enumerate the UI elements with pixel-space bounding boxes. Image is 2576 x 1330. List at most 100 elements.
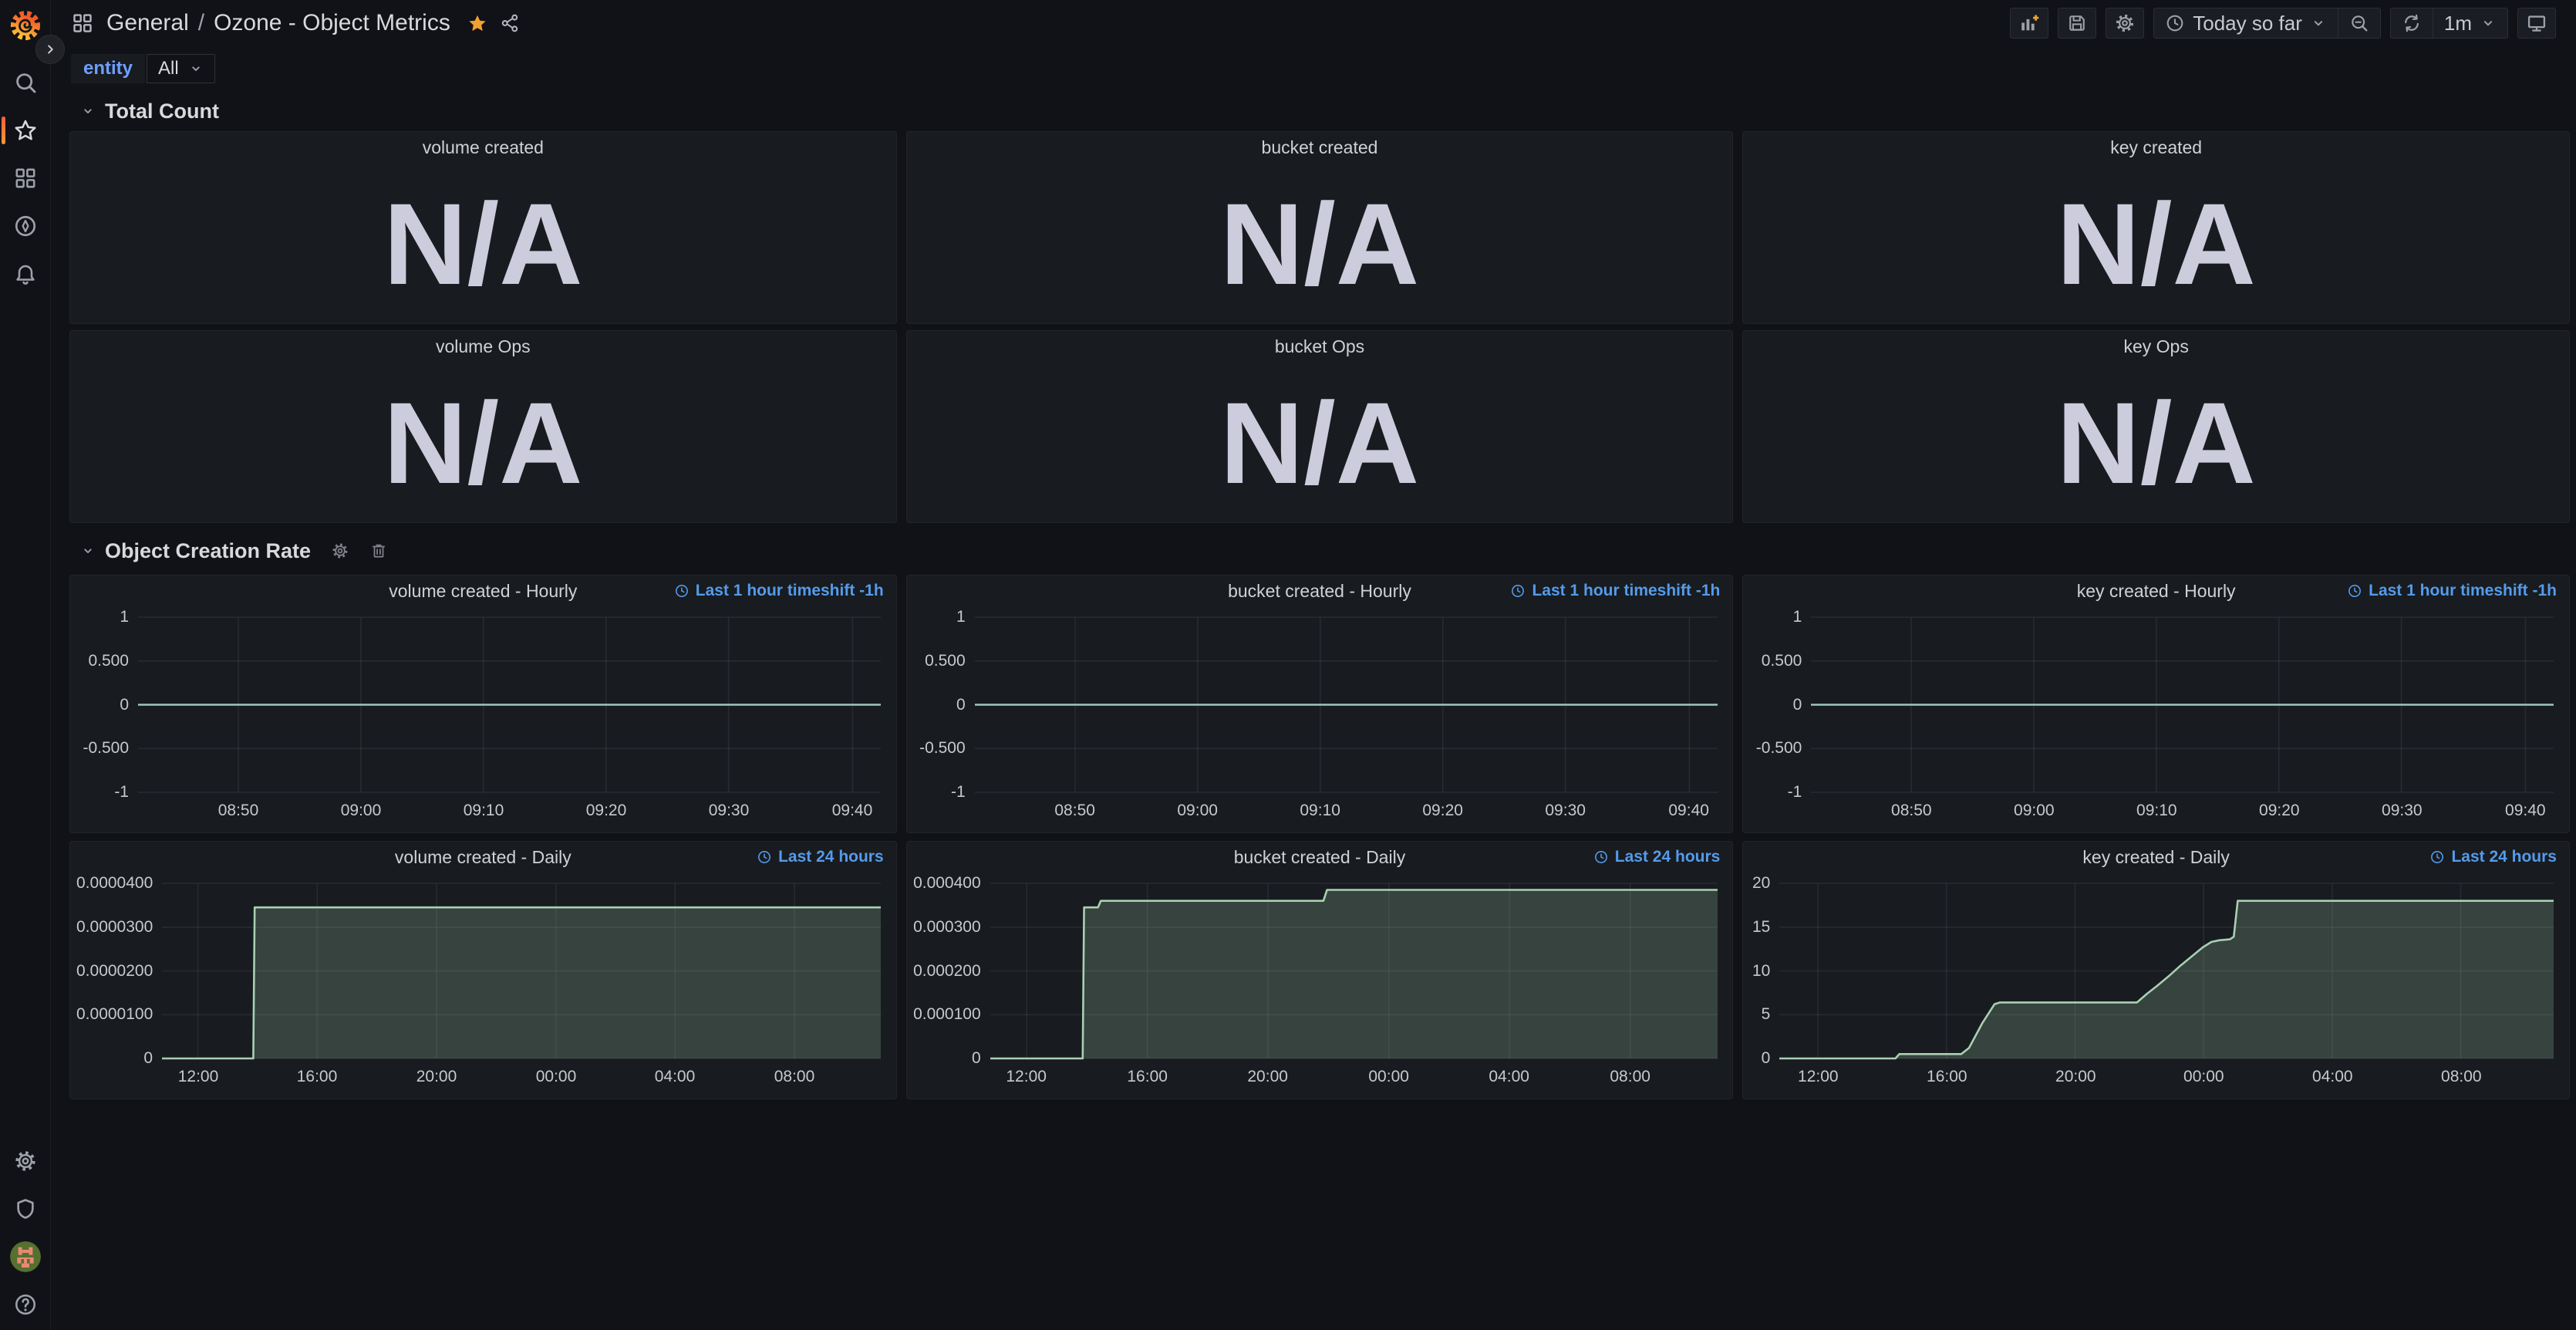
x-axis-tick-label: 09:30 [2355, 802, 2448, 820]
breadcrumb-folder[interactable]: General [106, 10, 189, 36]
panel-title[interactable]: volume created - Hourly [389, 581, 577, 602]
panel-title[interactable]: key created [2110, 137, 2202, 158]
y-axis-tick-label: -0.500 [76, 738, 129, 758]
row-delete-icon[interactable] [369, 542, 388, 560]
chart-plot-area[interactable]: 2015105012:0016:0020:0000:0004:0008:00 [1749, 873, 2563, 1094]
variable-value-picker[interactable]: All [147, 54, 215, 83]
clock-icon [2429, 849, 2445, 865]
breadcrumb-area: General / Ozone - Object Metrics [71, 10, 520, 36]
chart-svg [76, 873, 890, 1094]
sidebar-item-explore[interactable] [0, 202, 50, 250]
chevron-down-icon [188, 61, 204, 76]
hourly-charts-row: volume created - Hourly Last 1 hour time… [69, 575, 2570, 833]
variable-label[interactable]: entity [71, 54, 145, 83]
y-axis-tick-label: -1 [76, 782, 129, 802]
x-axis-tick-label: 09:20 [2233, 802, 2325, 820]
panel-title[interactable]: volume created [423, 137, 544, 158]
refresh-button[interactable] [2391, 8, 2433, 38]
panel-header[interactable]: key created - Daily Last 24 hours [1743, 842, 2569, 873]
stat-panels-grid: volume created N/A bucket created N/A ke… [69, 131, 2570, 523]
chart-plot-area[interactable]: 10.5000-0.500-108:5009:0009:1009:2009:30… [913, 606, 1727, 828]
add-panel-button[interactable] [2010, 8, 2048, 39]
dashboard-main: General / Ozone - Object Metrics Today s… [51, 0, 2576, 1330]
y-axis-tick-label: -0.500 [1749, 738, 1802, 758]
grafana-logo-button[interactable] [9, 0, 42, 48]
x-axis-tick-label: 12:00 [1772, 1068, 1864, 1086]
x-axis-tick-label: 08:00 [1584, 1068, 1677, 1086]
sidebar-item-configuration[interactable] [0, 1137, 50, 1185]
panel-title[interactable]: key created - Daily [2082, 847, 2229, 868]
x-axis-tick-label: 04:00 [1463, 1068, 1556, 1086]
save-dashboard-button[interactable] [2058, 8, 2096, 39]
clock-icon [1510, 583, 1526, 599]
y-axis-tick-label: 0.500 [913, 651, 966, 671]
chart-plot-area[interactable]: 10.5000-0.500-108:5009:0009:1009:2009:30… [1749, 606, 2563, 828]
row-title: Object Creation Rate [105, 539, 311, 563]
panel-header[interactable]: key Ops [1743, 331, 2569, 362]
stat-value: N/A [70, 163, 896, 325]
breadcrumb-dashboard-title[interactable]: Ozone - Object Metrics [214, 10, 450, 36]
row-header-object-creation-rate[interactable]: Object Creation Rate [80, 537, 2570, 565]
sidebar-item-alerting[interactable] [0, 250, 50, 298]
x-axis-tick-label: 12:00 [980, 1068, 1073, 1086]
y-axis-tick-label: 0.0000300 [76, 917, 153, 937]
panel-title[interactable]: key created - Hourly [2077, 581, 2236, 602]
top-navbar: General / Ozone - Object Metrics Today s… [51, 0, 2576, 46]
panel-bucket-ops: bucket Ops N/A [906, 330, 1734, 523]
chart-plot-area[interactable]: 10.5000-0.500-108:5009:0009:1009:2009:30… [76, 606, 890, 828]
panel-header[interactable]: bucket created - Hourly Last 1 hour time… [907, 576, 1733, 606]
y-axis-tick-label: 0 [913, 695, 966, 715]
share-icon[interactable] [500, 13, 520, 33]
y-axis-tick-label: 10 [1749, 961, 1770, 981]
panel-title[interactable]: bucket Ops [1275, 336, 1364, 357]
timeshift-badge-label: Last 1 hour timeshift -1h [696, 582, 884, 600]
sidebar-item-help[interactable] [0, 1281, 50, 1328]
x-axis-tick-label: 12:00 [152, 1068, 244, 1086]
apps-grid-icon[interactable] [71, 12, 94, 35]
timeshift-badge: Last 1 hour timeshift -1h [674, 582, 884, 600]
cycle-view-mode-button[interactable] [2517, 8, 2556, 39]
panel-header[interactable]: volume created [70, 132, 896, 163]
sidebar-item-dashboards[interactable] [0, 154, 50, 202]
panel-header[interactable]: bucket created - Daily Last 24 hours [907, 842, 1733, 873]
panel-header[interactable]: volume created - Daily Last 24 hours [70, 842, 896, 873]
panel-title[interactable]: key Ops [2123, 336, 2188, 357]
panel-bucket-created: bucket created N/A [906, 131, 1734, 324]
panel-header[interactable]: volume Ops [70, 331, 896, 362]
x-axis-tick-label: 09:20 [560, 802, 652, 820]
panel-title[interactable]: volume created - Daily [395, 847, 572, 868]
daily-charts-row: volume created - Daily Last 24 hours 0.0… [69, 841, 2570, 1099]
star-filled-icon[interactable] [467, 13, 487, 33]
row-settings-icon[interactable] [331, 542, 349, 560]
panel-header[interactable]: bucket created [907, 132, 1733, 163]
chart-svg [76, 606, 890, 828]
panel-header[interactable]: volume created - Hourly Last 1 hour time… [70, 576, 896, 606]
panel-title[interactable]: bucket created - Daily [1234, 847, 1405, 868]
dashboard-settings-button[interactable] [2106, 8, 2144, 39]
stat-value: N/A [1743, 163, 2569, 325]
chart-plot-area[interactable]: 0.0004000.0003000.0002000.000100012:0016… [913, 873, 1727, 1094]
chart-plot-area[interactable]: 0.00004000.00003000.00002000.0000100012:… [76, 873, 890, 1094]
x-axis-tick-label: 20:00 [2029, 1068, 2122, 1086]
panel-key-created-daily: key created - Daily Last 24 hours 201510… [1742, 841, 2570, 1099]
x-axis-tick-label: 09:00 [315, 802, 407, 820]
panel-header[interactable]: key created - Hourly Last 1 hour timeshi… [1743, 576, 2569, 606]
time-range-picker[interactable]: Today so far [2154, 8, 2338, 38]
panel-header[interactable]: bucket Ops [907, 331, 1733, 362]
panel-title[interactable]: bucket created [1262, 137, 1378, 158]
panel-title[interactable]: volume Ops [436, 336, 531, 357]
refresh-interval-picker[interactable]: 1m [2433, 8, 2507, 38]
panel-header[interactable]: key created [1743, 132, 2569, 163]
sidebar-item-starred[interactable] [0, 106, 50, 154]
row-title: Total Count [105, 100, 219, 123]
panel-title[interactable]: bucket created - Hourly [1228, 581, 1411, 602]
sidebar-nav [0, 59, 50, 298]
sidebar-item-search[interactable] [0, 59, 50, 106]
zoom-out-button[interactable] [2338, 8, 2380, 38]
sidebar-item-profile[interactable] [0, 1233, 50, 1281]
row-header-total-count[interactable]: Total Count [80, 97, 2570, 125]
expand-sidebar-button[interactable] [35, 35, 65, 64]
clock-icon [674, 583, 690, 599]
refresh-interval-label: 1m [2444, 12, 2472, 35]
sidebar-item-server-admin[interactable] [0, 1185, 50, 1233]
